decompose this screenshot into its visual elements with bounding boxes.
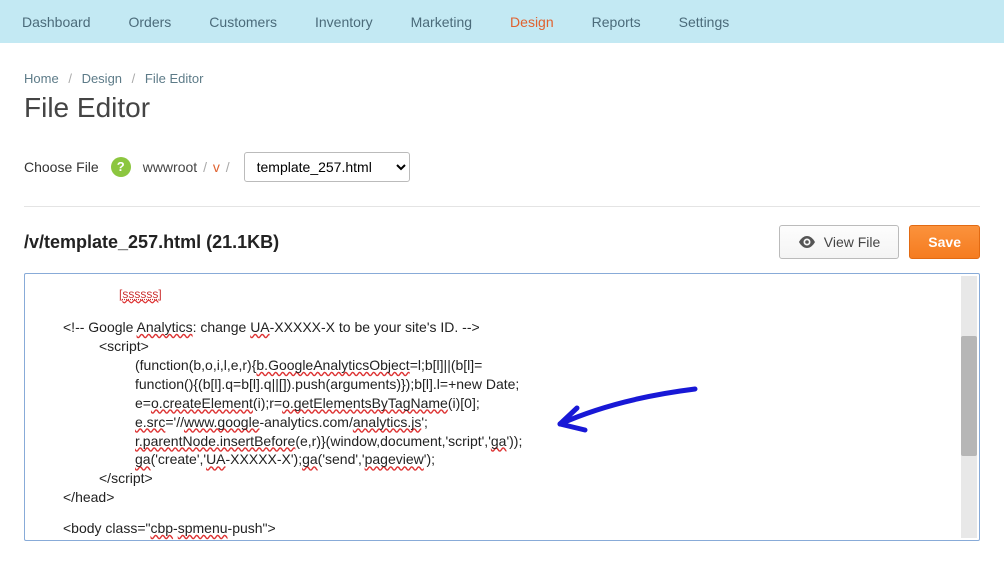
file-select[interactable]: template_257.html <box>244 152 410 182</box>
scrollbar-thumb[interactable] <box>961 336 977 456</box>
file-path: /v/template_257.html <box>24 232 201 252</box>
page-title: File Editor <box>24 92 980 124</box>
code-editor[interactable]: [ssssss] <!-- Google Analytics: change U… <box>24 273 980 541</box>
nav-marketing[interactable]: Marketing <box>411 14 472 30</box>
file-header: /v/template_257.html (21.1KB) View File … <box>24 225 980 259</box>
nav-settings[interactable]: Settings <box>679 14 730 30</box>
code-line: e.src='//www.google-analytics.com/analyt… <box>63 413 955 432</box>
top-nav: Dashboard Orders Customers Inventory Mar… <box>0 0 1004 43</box>
nav-orders[interactable]: Orders <box>129 14 172 30</box>
view-file-button[interactable]: View File <box>779 225 900 259</box>
breadcrumb-sep: / <box>132 71 136 86</box>
scrollbar-track[interactable] <box>961 276 977 538</box>
path-folder[interactable]: v <box>213 159 220 175</box>
save-label: Save <box>928 234 961 250</box>
code-line: </script> <box>63 469 955 488</box>
nav-customers[interactable]: Customers <box>209 14 277 30</box>
code-line: function(){(b[l].q=b[l].q||[]).push(argu… <box>63 375 955 394</box>
code-line: <script> <box>63 337 955 356</box>
code-editor-content[interactable]: [ssssss] <!-- Google Analytics: change U… <box>25 274 979 541</box>
code-line: </head> <box>63 488 955 507</box>
divider <box>24 206 980 207</box>
file-size: (21.1KB) <box>206 232 279 252</box>
code-line: <body class="cbp-spmenu-push"> <box>63 519 955 538</box>
file-title: /v/template_257.html (21.1KB) <box>24 232 279 253</box>
breadcrumb-home[interactable]: Home <box>24 71 59 86</box>
breadcrumb-design[interactable]: Design <box>82 71 122 86</box>
code-line: <!--[if lt IE 7]> <box>63 538 955 541</box>
save-button[interactable]: Save <box>909 225 980 259</box>
nav-inventory[interactable]: Inventory <box>315 14 373 30</box>
choose-file-row: Choose File ? wwwroot / v / template_257… <box>24 152 980 182</box>
eye-icon <box>798 236 816 248</box>
breadcrumb-current: File Editor <box>145 71 204 86</box>
view-file-label: View File <box>824 234 881 250</box>
breadcrumb: Home / Design / File Editor <box>24 71 980 86</box>
code-line: (function(b,o,i,l,e,r){b.GoogleAnalytics… <box>63 356 955 375</box>
nav-reports[interactable]: Reports <box>592 14 641 30</box>
code-fragment: [ssssss] <box>119 286 162 302</box>
code-line: e=o.createElement(i);r=o.getElementsByTa… <box>63 394 955 413</box>
path-sep: / <box>226 159 230 175</box>
file-actions: View File Save <box>779 225 980 259</box>
path-sep: / <box>203 159 207 175</box>
path-root: wwwroot <box>143 159 197 175</box>
code-line: ga('create','UA-XXXXX-X');ga('send','pag… <box>63 450 955 469</box>
help-icon[interactable]: ? <box>111 157 131 177</box>
nav-design[interactable]: Design <box>510 14 554 30</box>
breadcrumb-sep: / <box>68 71 72 86</box>
code-line: <!-- Google Analytics: change UA-XXXXX-X… <box>63 318 955 337</box>
code-line: r.parentNode.insertBefore(e,r)}(window,d… <box>63 432 955 451</box>
nav-dashboard[interactable]: Dashboard <box>22 14 91 30</box>
choose-file-label: Choose File <box>24 159 99 175</box>
